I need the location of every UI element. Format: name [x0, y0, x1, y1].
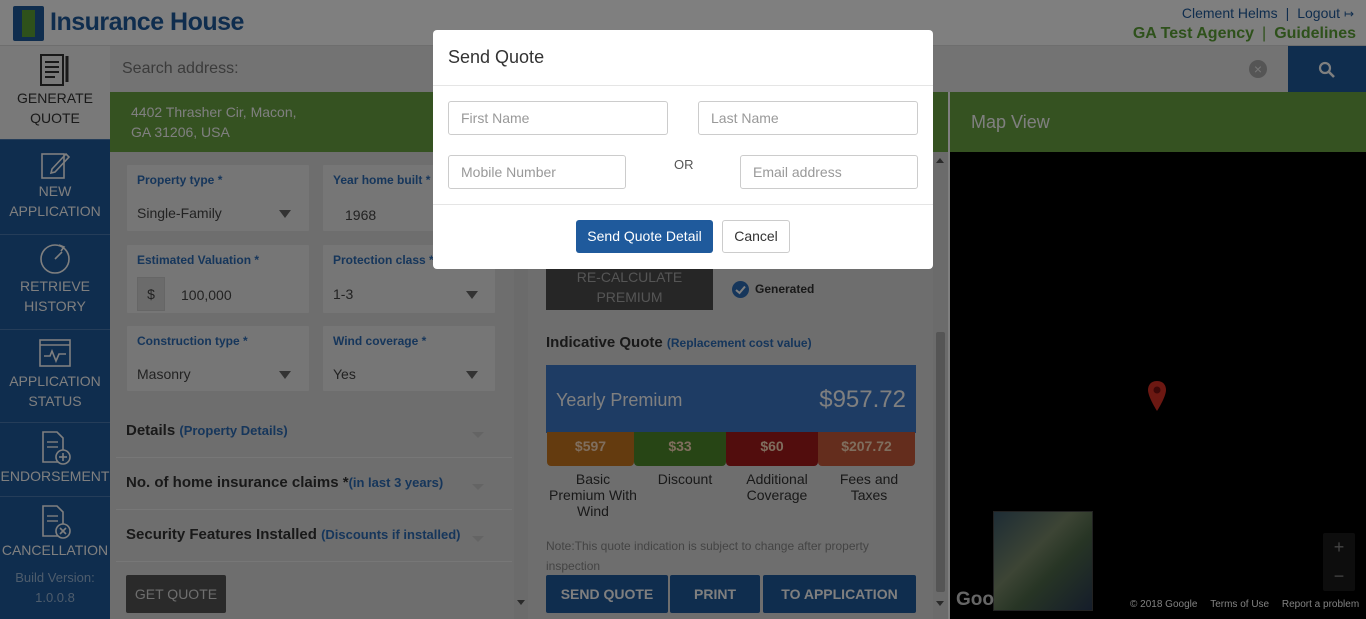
send-quote-detail-button[interactable]: Send Quote Detail: [576, 220, 713, 253]
divider: [433, 85, 933, 86]
modal-title: Send Quote: [448, 47, 545, 67]
divider: [433, 204, 933, 205]
or-separator: OR: [674, 157, 694, 172]
email-field[interactable]: Email address: [740, 155, 918, 189]
send-quote-modal: Send Quote First Name Last Name Mobile N…: [433, 30, 933, 269]
first-name-field[interactable]: First Name: [448, 101, 668, 135]
mobile-number-field[interactable]: Mobile Number: [448, 155, 626, 189]
last-name-field[interactable]: Last Name: [698, 101, 918, 135]
cancel-button[interactable]: Cancel: [722, 220, 790, 253]
